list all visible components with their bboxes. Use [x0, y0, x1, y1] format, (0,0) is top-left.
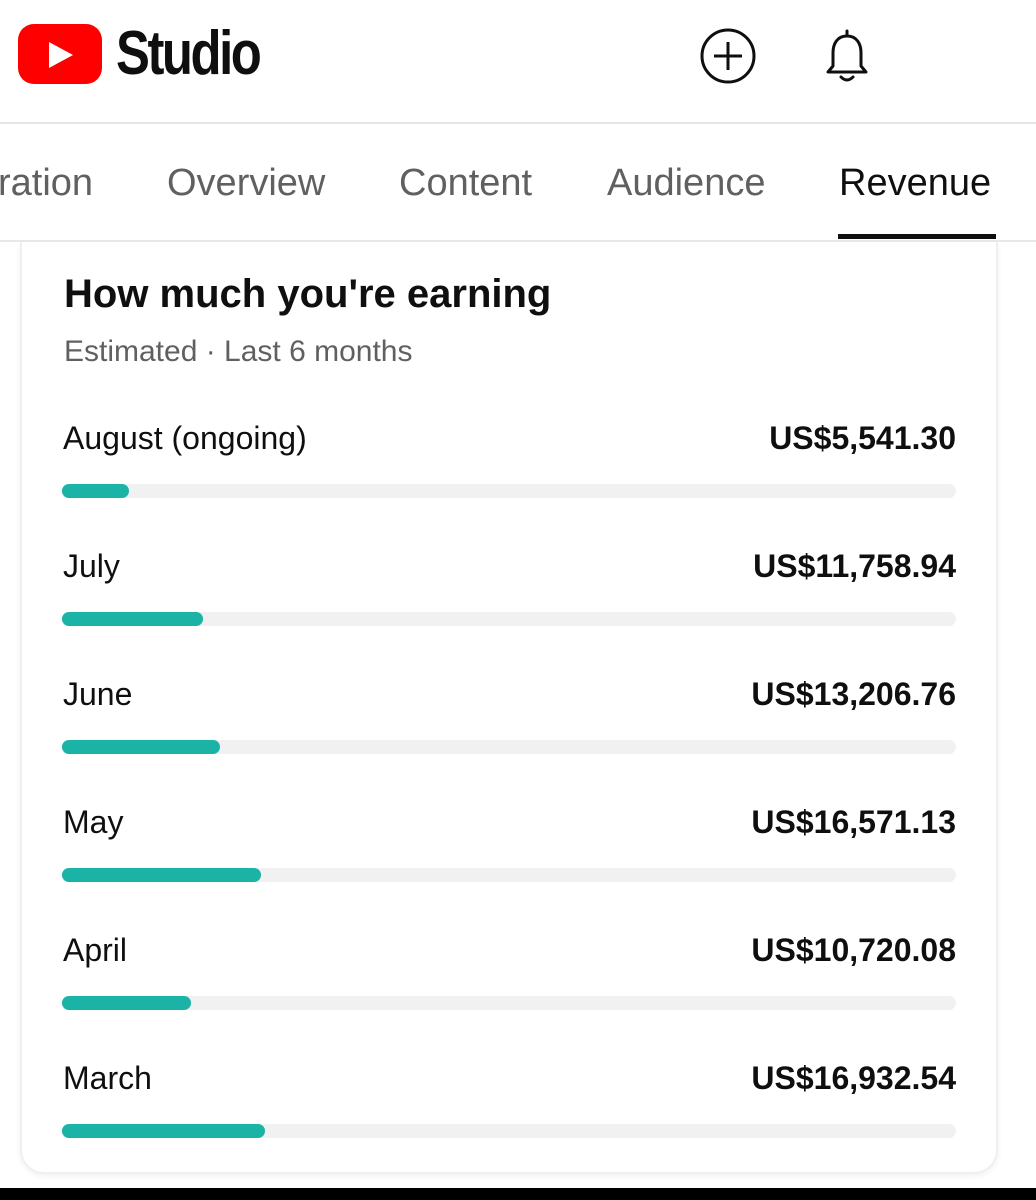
earnings-bar-fill [62, 868, 262, 882]
tab-revenue[interactable]: Revenue [839, 160, 991, 206]
earnings-bar-fill [62, 1124, 265, 1138]
earnings-value: US$16,571.13 [751, 804, 956, 840]
bell-icon [826, 29, 868, 82]
tab-content[interactable]: Content [399, 160, 532, 206]
earnings-bar-track [62, 868, 956, 882]
earnings-value: US$16,932.54 [751, 1060, 956, 1096]
bottom-edge [0, 1188, 1036, 1200]
earnings-bar-track [62, 484, 956, 498]
analytics-tabs: ration Overview Content Audience Revenue [0, 124, 1036, 242]
earnings-value: US$10,720.08 [751, 932, 956, 968]
plus-circle-icon [700, 28, 756, 84]
top-app-bar: Studio [0, 0, 1036, 124]
tab-audience[interactable]: Audience [607, 160, 765, 206]
earnings-row-april[interactable]: April US$10,720.08 [62, 932, 956, 1022]
month-label: July [63, 548, 120, 584]
notifications-button[interactable] [817, 26, 877, 86]
earnings-bar-track [62, 740, 956, 754]
youtube-play-icon [18, 24, 102, 84]
earnings-value: US$11,758.94 [753, 548, 956, 584]
tab-overview[interactable]: Overview [167, 160, 325, 206]
earnings-bar-fill [62, 612, 204, 626]
month-label: May [63, 804, 124, 840]
month-label: June [63, 676, 133, 712]
card-title: How much you're earning [64, 272, 552, 316]
earnings-bar-fill [62, 996, 191, 1010]
earnings-bar-fill [62, 484, 130, 498]
earnings-row-june[interactable]: June US$13,206.76 [62, 676, 956, 766]
tab-inspiration[interactable]: ration [0, 160, 93, 206]
earnings-bar-track [62, 612, 956, 626]
create-button[interactable] [698, 26, 758, 86]
card-subtitle: Estimated · Last 6 months [64, 335, 413, 368]
earnings-row-may[interactable]: May US$16,571.13 [62, 804, 956, 894]
earnings-value: US$13,206.76 [751, 676, 956, 712]
earnings-value: US$5,541.30 [769, 420, 956, 456]
month-label: April [63, 932, 128, 968]
app-name: Studio [116, 19, 262, 88]
earnings-card: How much you're earning Estimated · Last… [20, 242, 998, 1174]
earnings-bar-fill [62, 740, 221, 754]
studio-logo[interactable]: Studio [18, 19, 291, 88]
active-tab-indicator [838, 234, 996, 239]
month-label: August (ongoing) [63, 420, 307, 456]
earnings-row-march[interactable]: March US$16,932.54 [62, 1060, 956, 1150]
month-label: March [63, 1060, 152, 1096]
earnings-row-july[interactable]: July US$11,758.94 [62, 548, 956, 638]
earnings-bar-track [62, 1124, 956, 1138]
earnings-row-august[interactable]: August (ongoing) US$5,541.30 [62, 420, 956, 510]
earnings-bar-track [62, 996, 956, 1010]
